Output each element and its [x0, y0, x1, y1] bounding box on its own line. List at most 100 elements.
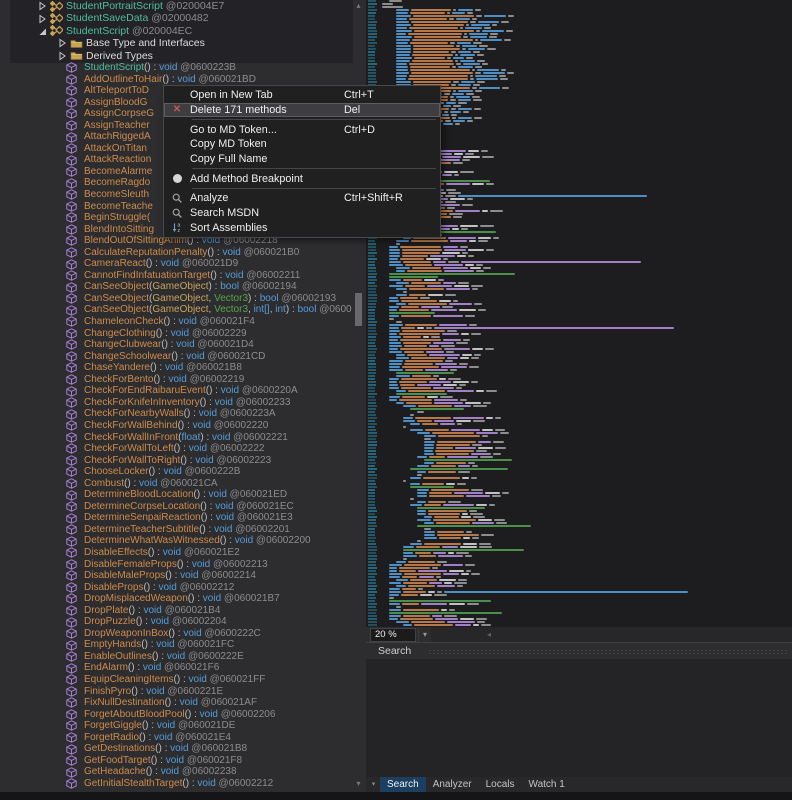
- method-icon: [66, 605, 77, 616]
- line-number-mark: [368, 543, 376, 545]
- method-item[interactable]: CheckForWallBehind() : void @06002220: [0, 420, 352, 432]
- method-item[interactable]: CheckForWallInFront(float) : void @06002…: [0, 432, 352, 444]
- tree-item-derived-types[interactable]: Derived Types: [0, 50, 352, 62]
- tab-list-chevron-icon[interactable]: ▾: [367, 778, 380, 791]
- method-item[interactable]: CanSeeObject(GameObject, Vector3) : bool…: [0, 293, 352, 305]
- menu-item-copy-full-name[interactable]: Copy Full Name: [164, 152, 440, 167]
- method-item[interactable]: CheckForEndRaibaruEvent() : void @060022…: [0, 385, 352, 397]
- editor-horizontal-scrollbar[interactable]: ◂: [431, 627, 792, 642]
- method-item[interactable]: CannotFindInfatuationTarget() : void @06…: [0, 270, 352, 282]
- method-item[interactable]: DisableMaleProps() : void @06002214: [0, 570, 352, 582]
- method-item[interactable]: FinishPyro() : void @0600221E: [0, 686, 352, 698]
- method-item[interactable]: CameraReact() : void @060021D9: [0, 258, 352, 270]
- method-icon: [66, 490, 77, 501]
- code-line: [396, 66, 482, 68]
- menu-item-analyze[interactable]: AnalyzeCtrl+Shift+R: [164, 191, 440, 206]
- method-item[interactable]: Combust() : void @060021CA: [0, 478, 352, 490]
- method-item[interactable]: DropPuzzle() : void @06002204: [0, 616, 352, 628]
- collapsed-chevron-icon[interactable]: [58, 51, 67, 61]
- method-item[interactable]: ChaseYandere() : void @060021B8: [0, 362, 352, 374]
- method-item[interactable]: DisableFemaleProps() : void @06002213: [0, 559, 352, 571]
- method-item[interactable]: EndAlarm() : void @060021F6: [0, 662, 352, 674]
- method-item[interactable]: ChooseLocker() : void @0600222B: [0, 466, 352, 478]
- method-item[interactable]: ChangeClothing() : void @06002229: [0, 328, 352, 340]
- code-line: [389, 0, 402, 2]
- menu-item-add-method-breakpoint[interactable]: Add Method Breakpoint: [164, 171, 440, 186]
- line-number-mark: [368, 255, 375, 257]
- method-item[interactable]: StudentScript() : void @0600223B: [0, 62, 352, 74]
- tab-locals[interactable]: Locals: [479, 777, 522, 792]
- method-item[interactable]: CheckForKnifeInInventory() : void @06002…: [0, 397, 352, 409]
- hscroll-left-icon[interactable]: ◂: [483, 627, 495, 642]
- scrollbar-thumb[interactable]: [355, 293, 362, 326]
- method-item[interactable]: DropMisplacedWeapon() : void @060021B7: [0, 593, 352, 605]
- method-item[interactable]: DetermineBloodLocation() : void @060021E…: [0, 489, 352, 501]
- method-item[interactable]: CheckForWallToRight() : void @06002223: [0, 455, 352, 467]
- tab-search[interactable]: Search: [380, 777, 426, 792]
- method-item[interactable]: DetermineSenpaiReaction() : void @060021…: [0, 512, 352, 524]
- method-item[interactable]: DetermineCorpseLocation() : void @060021…: [0, 501, 352, 513]
- search-panel-header[interactable]: Search: [366, 642, 792, 660]
- tree-item-base-type-and-interfaces[interactable]: Base Type and Interfaces: [0, 37, 352, 49]
- expanded-chevron-icon[interactable]: [38, 26, 47, 36]
- collapsed-chevron-icon[interactable]: [58, 38, 67, 48]
- menu-item-delete-171-methods[interactable]: ✕Delete 171 methodsDel: [164, 103, 440, 118]
- method-item[interactable]: ForgetGiggle() : void @060021DE: [0, 720, 352, 732]
- method-item[interactable]: CalculateReputationPenalty() : void @060…: [0, 247, 352, 259]
- method-item[interactable]: EquipCleaningItems() : void @060021FF: [0, 674, 352, 686]
- method-signature: DetermineCorpseLocation() : void @060021…: [84, 501, 294, 513]
- tab-analyzer[interactable]: Analyzer: [426, 777, 479, 792]
- type-tree[interactable]: StudentPortraitScript @020004E7StudentSa…: [0, 0, 352, 62]
- scroll-up-icon[interactable]: ▴: [354, 1, 363, 10]
- method-signature: DropMisplacedWeapon() : void @060021B7: [84, 593, 280, 605]
- method-item[interactable]: DropWeaponInBox() : void @0600222C: [0, 628, 352, 640]
- method-item[interactable]: CanSeeObject(GameObject) : bool @0600219…: [0, 281, 352, 293]
- method-item[interactable]: EmptyHands() : void @060021FC: [0, 639, 352, 651]
- method-item[interactable]: DetermineWhatWasWitnessed() : void @0600…: [0, 535, 352, 547]
- tree-item-studentsavedata[interactable]: StudentSaveData @02000482: [0, 12, 352, 24]
- method-item[interactable]: GetInitialStealthTarget() : void @060022…: [0, 778, 352, 790]
- method-item[interactable]: FixNullDestination() : void @060021AF: [0, 697, 352, 709]
- method-item[interactable]: GetHeadache() : void @06002238: [0, 766, 352, 778]
- method-item[interactable]: ChangeClubwear() : void @060021D4: [0, 339, 352, 351]
- code-line: [396, 36, 497, 38]
- collapsed-chevron-icon[interactable]: [38, 14, 47, 24]
- method-item[interactable]: ChameleonCheck() : void @060021F4: [0, 316, 352, 328]
- method-item[interactable]: DropPlate() : void @060021B4: [0, 605, 352, 617]
- menu-icon-gutter: [164, 152, 190, 167]
- method-item[interactable]: CheckForNearbyWalls() : void @0600223A: [0, 408, 352, 420]
- method-item[interactable]: DisableProps() : void @06002212: [0, 582, 352, 594]
- zoom-dropdown-icon[interactable]: ▾: [418, 628, 431, 642]
- method-item[interactable]: GetDestinations() : void @060021B8: [0, 743, 352, 755]
- zoom-level-combobox[interactable]: 20 %: [370, 628, 416, 642]
- tree-item-studentportraitscript[interactable]: StudentPortraitScript @020004E7: [0, 0, 352, 12]
- method-item[interactable]: DisableEffects() : void @060021E2: [0, 547, 352, 559]
- method-item[interactable]: ChangeSchoolwear() : void @060021CD: [0, 351, 352, 363]
- method-item[interactable]: CanSeeObject(GameObject, Vector3, int[],…: [0, 304, 352, 316]
- code-line: [424, 435, 488, 437]
- menu-item-open-in-new-tab[interactable]: Open in New TabCtrl+T: [164, 88, 440, 103]
- method-signature: ForgetAboutBloodPool() : void @06002206: [84, 709, 275, 721]
- line-number-mark: [368, 600, 375, 602]
- method-item[interactable]: GetFoodTarget() : void @060021F8: [0, 755, 352, 767]
- line-number-mark: [368, 303, 376, 305]
- method-item[interactable]: CheckForBento() : void @06002219: [0, 374, 352, 386]
- method-item[interactable]: CheckForWallToLeft() : void @06002222: [0, 443, 352, 455]
- menu-item-search-msdn[interactable]: Search MSDN: [164, 206, 440, 221]
- menu-item-copy-md-token[interactable]: Copy MD Token: [164, 137, 440, 152]
- splitter-grip[interactable]: [428, 649, 788, 655]
- method-item[interactable]: ForgetAboutBloodPool() : void @06002206: [0, 709, 352, 721]
- method-item[interactable]: AddOutlineToHair() : void @060021BD: [0, 74, 352, 86]
- method-item[interactable]: EnableOutlines() : void @0600222E: [0, 651, 352, 663]
- code-line: [396, 357, 479, 359]
- method-item[interactable]: DetermineTeacherSubtitle() : void @06002…: [0, 524, 352, 536]
- line-number-mark: [368, 474, 377, 476]
- code-line: [389, 312, 435, 314]
- tree-item-studentscript[interactable]: StudentScript @020004EC: [0, 25, 352, 37]
- scroll-down-icon[interactable]: ▾: [354, 779, 363, 788]
- menu-item-go-to-md-token[interactable]: Go to MD Token...Ctrl+D: [164, 122, 440, 137]
- collapsed-chevron-icon[interactable]: [38, 1, 47, 11]
- method-item[interactable]: ForgetRadio() : void @060021E4: [0, 732, 352, 744]
- menu-item-sort-assemblies[interactable]: azSort Assemblies: [164, 221, 440, 236]
- tab-watch-1[interactable]: Watch 1: [522, 777, 572, 792]
